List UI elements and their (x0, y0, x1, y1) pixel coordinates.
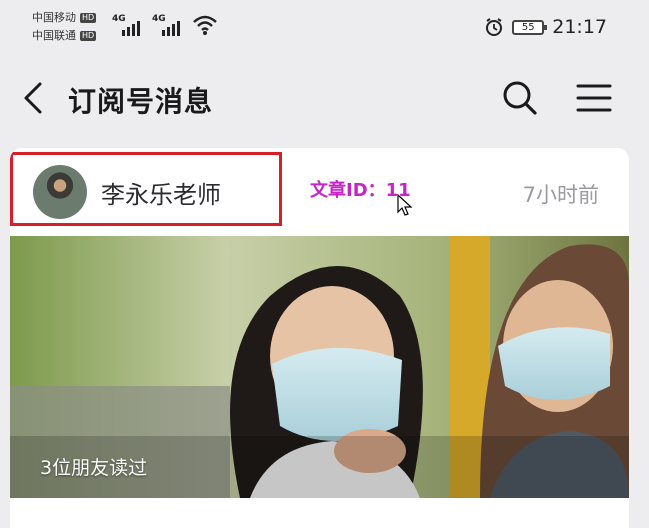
carrier-1: 中国移动 (32, 11, 76, 24)
search-icon[interactable] (500, 78, 540, 118)
status-bar: 中国移动 HD 中国联通 HD 4G 4G 55 21:17 (0, 0, 649, 56)
hd-badge: HD (80, 13, 97, 23)
signal-indicators: 4G 4G (112, 14, 218, 36)
wifi-icon (193, 15, 217, 35)
clock: 21:17 (552, 16, 607, 38)
article-id-label: 文章ID： (310, 180, 386, 201)
article-id: 文章ID：11 (310, 176, 411, 202)
header: 订阅号消息 (0, 56, 649, 144)
page-title: 订阅号消息 (68, 85, 214, 118)
author-name: 李永乐老师 (101, 181, 221, 209)
avatar (33, 165, 87, 219)
carrier-info: 中国移动 HD 中国联通 HD (32, 9, 97, 45)
friends-read-count: 3位朋友读过 (40, 457, 148, 479)
battery-icon: 55 (512, 19, 548, 35)
author-header[interactable]: 李永乐老师 (10, 152, 282, 226)
menu-icon[interactable] (574, 80, 614, 116)
post-time: 7小时前 (522, 183, 599, 207)
alarm-icon (486, 18, 503, 36)
article-card[interactable]: 李永乐老师 文章ID：11 7小时前 3位朋友读过 (10, 148, 629, 528)
article-cover-image[interactable]: 3位朋友读过 (10, 236, 629, 498)
back-chevron-icon[interactable] (18, 80, 46, 116)
hd-badge: HD (80, 31, 97, 41)
mouse-cursor-icon (397, 194, 413, 216)
signal-icon: 4G (112, 14, 142, 36)
status-right: 55 21:17 (484, 16, 607, 38)
carrier-2: 中国联通 (32, 29, 76, 42)
signal-icon: 4G (152, 14, 182, 36)
